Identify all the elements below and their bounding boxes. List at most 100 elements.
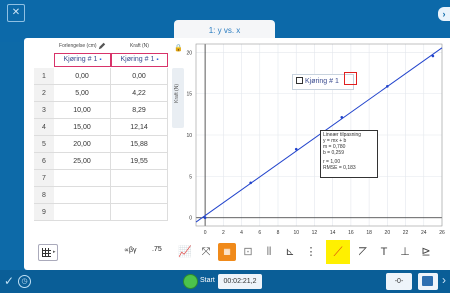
data-table: Forlengelse (cm) Kraft (N) Kjøring # 1 ▪… (34, 40, 169, 230)
y-tick-label: 20 (186, 50, 192, 56)
checkmark-icon[interactable]: ✓ (4, 274, 14, 288)
x-tick-label: 24 (421, 230, 427, 236)
graph[interactable]: 0 2 4 6 8 10 12 14 16 18 20 22 24 2605101520 (170, 40, 450, 240)
table-body: 1 0,00 0,00 2 5,00 4,22 3 10,00 8,29 4 15,00 12,14 5… (34, 68, 168, 221)
sensor-icon (422, 276, 433, 286)
cell-y[interactable] (111, 204, 168, 221)
cell-y[interactable]: 0,00 (111, 68, 168, 85)
curve-fit-icon[interactable]: ⦢ (354, 243, 372, 261)
linear-fit-icon[interactable]: ⟋ (326, 240, 350, 264)
x-tick-label: 4 (240, 230, 243, 236)
cell-y[interactable]: 19,55 (111, 153, 168, 170)
data-point (294, 147, 298, 151)
marker-icon: ▪ (156, 57, 159, 63)
table-row: 9 (34, 204, 168, 221)
autoscale-icon[interactable]: ⤧ (197, 243, 215, 261)
x-tick-label: 22 (403, 230, 409, 236)
row-number: 3 (34, 102, 54, 119)
cell-x[interactable]: 20,00 (54, 136, 111, 153)
table-row: 5 20,00 15,88 (34, 136, 168, 153)
decimals-button[interactable]: .75 (152, 246, 162, 253)
timer-display: 00:02:21,2 (218, 274, 262, 289)
integral-icon[interactable]: ⋮ (302, 243, 320, 261)
row-number: 6 (34, 153, 54, 170)
cell-y[interactable] (111, 187, 168, 204)
x-tick-label: 26 (439, 230, 445, 236)
table-row: 4 15,00 12,14 (34, 119, 168, 136)
cell-x[interactable]: 25,00 (54, 153, 111, 170)
y-tick-label: 5 (189, 174, 192, 180)
main-panel: Forlengelse (cm) Kraft (N) Kjøring # 1 ▪… (24, 38, 450, 270)
graph-toolbar: 📈 ⤧ ▦ ⊡ ⦀ ⊾ ⋮ ⟋ ⦢ T ⊥ ⊵ (176, 240, 450, 264)
start-button[interactable]: Start (183, 274, 215, 289)
linear-fit-box[interactable]: Lineær tilpasning y = mx + b m = 0,780 b… (320, 130, 378, 178)
zero-button[interactable]: -0- (386, 273, 412, 290)
y-tick-label: 0 (189, 216, 192, 222)
side-panel-toggle-icon[interactable]: › (438, 7, 450, 21)
tangent-icon[interactable]: ⊾ (281, 243, 299, 261)
x-tick-label: 6 (258, 230, 261, 236)
data-point (203, 216, 207, 220)
clock-icon[interactable]: ◷ (18, 275, 31, 288)
table-row: 8 (34, 187, 168, 204)
cell-x[interactable]: 5,00 (54, 85, 111, 102)
x-tick-label: 16 (348, 230, 354, 236)
checkbox-icon[interactable] (296, 76, 303, 84)
zoom-icon[interactable]: ⊡ (239, 243, 257, 261)
statistics-icon[interactable]: ⊥ (396, 243, 414, 261)
row-number: 4 (34, 119, 54, 136)
cell-y[interactable]: 4,22 (111, 85, 168, 102)
annotation-icon[interactable]: T (375, 243, 393, 261)
run-selector-x[interactable]: Kjøring # 1 ▪ (54, 53, 111, 67)
x-tick-label: 8 (277, 230, 280, 236)
cell-y[interactable]: 12,14 (111, 119, 168, 136)
symbols-button[interactable]: ∝βγ (124, 246, 137, 254)
cell-x[interactable] (54, 204, 111, 221)
table-row: 1 0,00 0,00 (34, 68, 168, 85)
column-header-y[interactable]: Kraft (N) (111, 40, 168, 53)
close-icon[interactable]: ✕ (7, 4, 25, 22)
y-tick-label: 15 (186, 92, 192, 98)
x-tick-label: 18 (366, 230, 372, 236)
cell-x[interactable]: 15,00 (54, 119, 111, 136)
cell-x[interactable] (54, 187, 111, 204)
cell-y[interactable]: 8,29 (111, 102, 168, 119)
grid-icon (42, 248, 51, 257)
graph-type-icon[interactable]: 📈 (176, 243, 194, 261)
start-icon (183, 274, 198, 289)
data-point (249, 181, 252, 185)
sensor-button[interactable] (418, 273, 438, 290)
data-point (340, 115, 344, 119)
cell-x[interactable] (54, 170, 111, 187)
table-row: 3 10,00 8,29 (34, 102, 168, 119)
column-header-x[interactable]: Forlengelse (cm) (54, 40, 111, 53)
marker-icon: ▪ (99, 57, 102, 63)
row-number: 1 (34, 68, 54, 85)
footer-bar: ✓ ◷ Start 00:02:21,2 -0- › (0, 270, 450, 293)
examine-icon[interactable]: ⦀ (260, 243, 278, 261)
row-number: 7 (34, 170, 54, 187)
x-tick-label: 0 (204, 230, 207, 236)
row-number: 5 (34, 136, 54, 153)
table-row: 7 (34, 170, 168, 187)
legend-marker-highlight (344, 72, 357, 85)
table-options-button[interactable]: ▸ (38, 244, 58, 261)
overflow-icon[interactable]: › (442, 273, 446, 287)
table-row: 2 5,00 4,22 (34, 85, 168, 102)
top-bar: ✕ › 1: y vs. x (0, 0, 450, 43)
table-row: 6 25,00 19,55 (34, 153, 168, 170)
cell-x[interactable]: 0,00 (54, 68, 111, 85)
x-tick-label: 10 (293, 230, 299, 236)
select-region-icon[interactable]: ▦ (218, 243, 236, 261)
more-tools-icon[interactable]: ⊵ (417, 243, 435, 261)
row-number: 2 (34, 85, 54, 102)
y-tick-label: 10 (186, 133, 192, 139)
cell-y[interactable] (111, 170, 168, 187)
cell-x[interactable]: 10,00 (54, 102, 111, 119)
row-number: 9 (34, 204, 54, 221)
cell-y[interactable]: 15,88 (111, 136, 168, 153)
data-point (386, 85, 389, 88)
run-selector-y[interactable]: Kjøring # 1 ▪ (111, 53, 168, 67)
pencil-icon[interactable] (98, 42, 106, 50)
x-tick-label: 2 (222, 230, 225, 236)
